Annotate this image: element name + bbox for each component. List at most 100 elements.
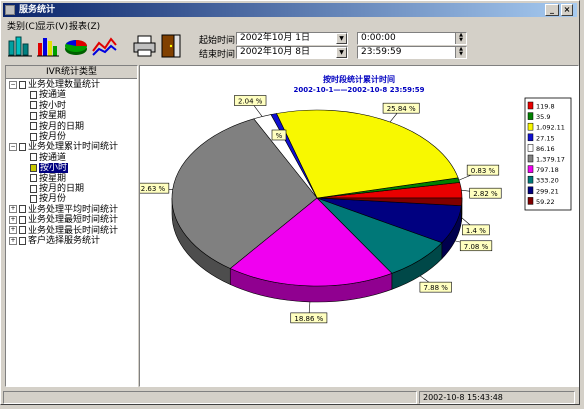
legend-label: 333.20 [536,177,559,185]
tree-node[interactable]: 按月份 [30,194,66,204]
start-date-dropdown-icon[interactable]: ▼ [336,33,347,44]
document-icon [30,132,37,141]
status-pane-main [3,391,417,404]
tree-node[interactable]: 按月份 [30,132,66,142]
tree-node[interactable]: 按月的日期 [30,122,84,132]
tree-node[interactable]: − 业务处理数量统计 [9,80,100,90]
tree-node-label: 按小时 [39,100,67,111]
legend-swatch [527,112,534,120]
bar-chart-icon[interactable] [35,33,62,59]
tree-node-label: 按月份 [39,194,67,205]
tree-node[interactable]: + 业务处理最长时间统计 [9,226,118,236]
collapse-icon[interactable]: − [9,80,17,89]
legend-swatch [527,197,534,205]
3d-bar-chart-icon[interactable] [7,33,34,59]
close-button[interactable]: × [561,4,573,16]
tree-node-label: 按星期 [39,173,67,184]
document-icon [30,163,37,172]
document-icon [30,184,37,193]
document-icon [19,80,26,89]
app-icon [5,5,15,15]
legend-label: 27.15 [536,134,555,142]
tree-node-label: 业务处理数量统计 [28,80,101,90]
percent-label: % [276,132,283,140]
tree-node[interactable]: − 业务处理累计时间统计 [9,142,118,152]
start-time-field[interactable]: 0:00:00 ▲ ▼ [357,32,467,45]
percent-label: 25.84 % [387,105,416,113]
tree-node[interactable]: 按小时 [30,163,69,174]
legend-label: 299.21 [536,187,559,195]
end-time-field[interactable]: 23:59:59 ▲ ▼ [357,46,467,59]
expand-icon[interactable]: + [9,215,17,224]
status-bar: 2002-10-8 15:43:48 [3,391,577,404]
tree-node-label: 按通道 [39,90,67,101]
percent-label: 2.82 % [473,190,498,198]
tree-node-label: 业务处理累计时间统计 [28,142,119,153]
tree-node[interactable]: 按小时 [30,101,66,111]
legend-swatch [527,133,534,142]
document-icon [30,111,37,120]
tree-node[interactable]: 按月的日期 [30,184,84,194]
expand-icon[interactable]: + [9,236,17,245]
start-time-value: 0:00:00 [361,33,396,43]
tree-node[interactable]: 按通道 [30,153,66,163]
end-time-spinner-icon[interactable]: ▲ ▼ [455,47,466,58]
tree-node[interactable]: 按星期 [30,111,66,121]
tree-node[interactable]: + 业务处理平均时间统计 [9,205,118,215]
percent-label: 1.4 % [466,227,486,235]
legend-label: 797.18 [536,166,559,174]
document-icon [19,236,26,245]
exit-icon[interactable] [158,33,185,59]
end-date-dropdown-icon[interactable]: ▼ [336,47,347,58]
pie-chart-icon[interactable] [63,33,90,59]
legend-label: 119.8 [536,103,555,111]
start-date-value: 2002年10月 1日 [240,33,310,43]
toolbar: 起始时间 结束时间 2002年10月 1日 ▼ 2002年10月 8日 ▼ 0:… [3,32,577,62]
legend-swatch [527,144,534,152]
end-time-label: 结束时间 [199,50,236,60]
percent-label: 7.08 % [464,243,489,251]
percent-label: 32.63 % [140,185,166,193]
stats-type-panel: IVR统计类型 − 业务处理数量统计 按通道 按小时 按星期 按月的日期 按月份 − 业务处理累… [5,65,138,387]
tree-node-label: 按小时 [39,163,69,174]
main-window: 服务统计 _ × 类别(C) 显示(V) 报表(Z) 起始时间 结束时间 200… [0,0,580,405]
print-icon[interactable] [131,33,158,59]
minimize-button[interactable]: _ [545,4,559,16]
tree-node-label: 客户选择服务统计 [28,236,101,246]
end-time-value: 23:59:59 [361,47,402,57]
tree-header: IVR统计类型 [6,66,137,79]
menu-report[interactable]: 报表(Z) [69,19,100,32]
menu-display[interactable]: 显示(V) [37,19,68,32]
tree-node[interactable]: + 业务处理最短时间统计 [9,215,118,225]
legend-swatch [527,165,534,173]
end-date-picker[interactable]: 2002年10月 8日 ▼ [236,46,348,59]
document-icon [30,174,37,183]
document-icon [30,153,37,162]
start-time-spinner-icon[interactable]: ▲ ▼ [455,33,466,44]
legend-label: 1,379.17 [536,156,565,164]
tree-node-label: 按月份 [39,132,67,142]
menu-category[interactable]: 类别(C) [7,19,38,32]
chart-area: 按时段统计累计时间 2002-10-1——2002-10-8 23:59:59 2.… [132,65,579,387]
document-icon [19,226,26,235]
legend-label: 59.22 [536,198,555,206]
collapse-icon[interactable]: − [9,142,17,151]
tree-node-label: 按月的日期 [39,121,85,132]
tree-node[interactable]: + 客户选择服务统计 [9,236,100,246]
tree-node-label: 业务处理平均时间统计 [28,204,119,215]
line-chart-icon[interactable] [91,33,118,59]
document-icon [30,194,37,203]
percent-label: 7.88 % [423,284,448,292]
expand-icon[interactable]: + [9,226,17,235]
status-datetime: 2002-10-8 15:43:48 [419,391,575,404]
document-icon [30,90,37,99]
expand-icon[interactable]: + [9,205,17,214]
pie-chart: 按时段统计累计时间 2002-10-1——2002-10-8 23:59:59 2.… [132,74,572,324]
legend-swatch [527,122,534,131]
tree-node[interactable]: 按星期 [30,174,66,184]
start-date-picker[interactable]: 2002年10月 1日 ▼ [236,32,348,45]
tree-node[interactable]: 按通道 [30,90,66,100]
end-date-value: 2002年10月 8日 [240,47,310,57]
legend-swatch [527,101,534,110]
legend-label: 1,092.11 [536,124,565,132]
